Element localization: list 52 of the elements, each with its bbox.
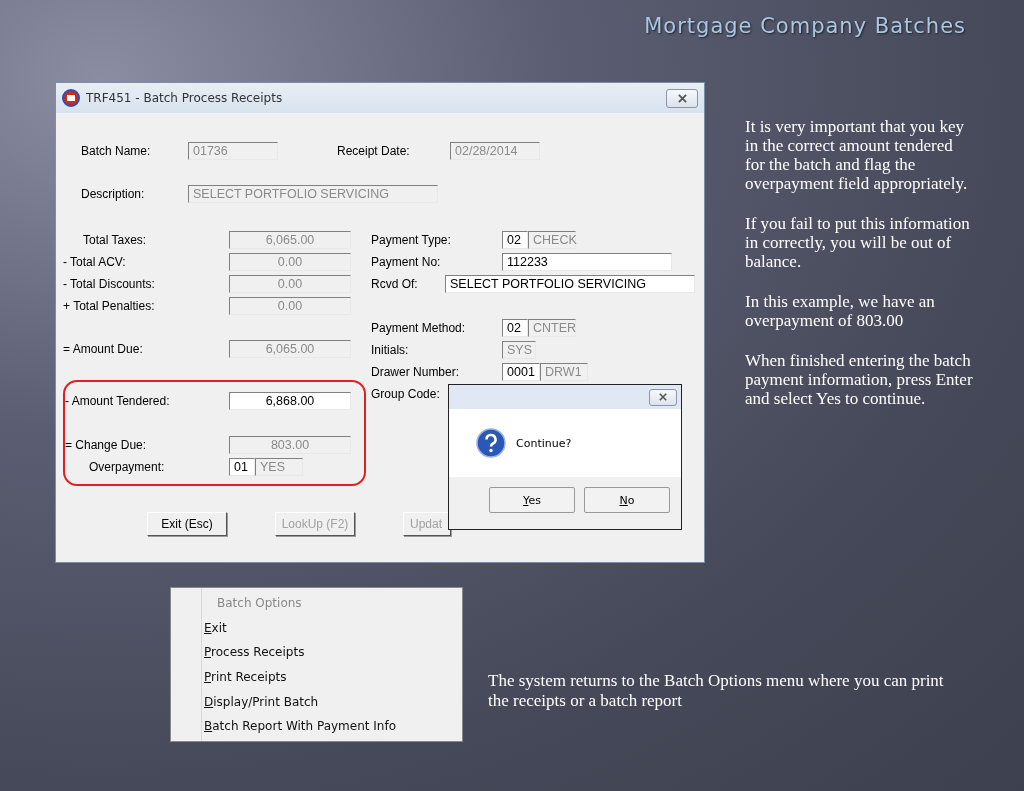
field-label: Initials: [371,343,410,357]
field-label: Total Taxes: [82,233,148,247]
field-label: Description: [80,187,146,201]
field-label: Group Code: [371,387,441,401]
note-paragraph: In this example, we have an overpayment of 803.00 [745,292,936,330]
field-label: - Total ACV: [63,255,127,269]
field-label: + Total Penalties: [63,299,156,313]
field-label: Receipt Date: [337,144,411,158]
note-paragraph: It is very important that you key in the correct amount tendered for the batch and flag the overpayment field appropriately. [745,117,969,193]
note-paragraph: If you fail to put this information in correctly, you will be out of balance. [745,214,971,271]
code-field[interactable]: 0001 [502,363,541,381]
window-button[interactable]: Exit (Esc) [147,512,227,536]
close-button[interactable] [666,88,698,108]
menu-item[interactable]: Exit [204,617,227,643]
text-field[interactable]: 112233 [502,253,673,271]
field-label: = Change Due: [65,438,148,452]
code-description: CNTER [528,319,577,337]
field-label: Batch Name: [80,144,152,158]
field-label: - Amount Tendered: [65,394,171,408]
code-field[interactable]: 02 [502,319,529,337]
field-label: = Amount Due: [63,342,144,356]
window-title: TRF451 - Batch Process Receipts [86,91,284,105]
close-button[interactable] [649,388,677,406]
code-description: CHECK [528,231,577,249]
close-icon [677,93,687,103]
field-label: - Total Discounts: [63,277,156,291]
field-label: Rcvd Of: [371,277,419,291]
slide-title: Mortgage Company Batches [644,14,966,40]
field-label: Payment Method: [371,321,467,335]
question-icon [476,428,506,458]
dialog-message: Continue? [516,436,572,450]
menu-item[interactable]: Print Receipts [204,667,287,692]
caption-text: The system returns to the Batch Options menu where you can print the receipts or a batch report [488,671,945,711]
code-description: YES [255,458,303,476]
dialog-button[interactable]: No [584,487,670,513]
text-field[interactable]: SELECT PORTFOLIO SERVICING [445,275,696,293]
close-icon [659,393,667,401]
field-label: Drawer Number: [371,365,461,379]
dialog-button[interactable]: Yes [489,487,575,513]
app-icon [62,89,80,107]
menu-item[interactable]: Process Receipts [204,642,305,667]
note-paragraph: When finished entering the batch payment information, press Enter and select Yes to continue. [745,351,973,408]
menu-item[interactable]: Batch Report With Payment Info [204,716,397,742]
field-label: Payment Type: [371,233,452,247]
code-description: DRW1 [540,363,589,381]
field-label: Overpayment: [88,460,166,474]
menu-title: Batch Options [216,595,303,612]
menu-item[interactable]: Display/Print Batch [204,691,319,717]
code-field[interactable]: 01 [229,458,255,476]
code-field[interactable]: 02 [502,231,529,249]
field-label: Payment No: [371,255,442,269]
amount-field[interactable]: 6,868.00 [229,392,351,410]
